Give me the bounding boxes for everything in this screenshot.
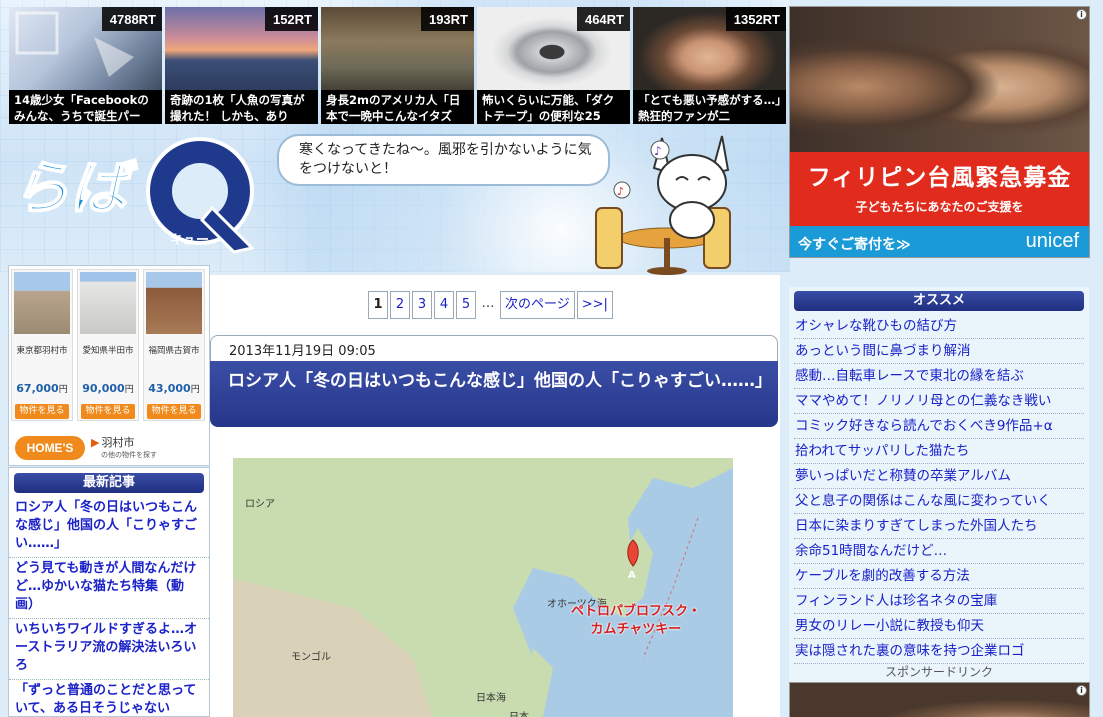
recommended-item[interactable]: 感動…自転車レースで東北の縁を結ぶ (794, 364, 1084, 389)
site-logo[interactable]: らば キュー (11, 136, 260, 254)
rt-count: 464RT (576, 7, 630, 31)
next-page-button[interactable]: 次のページ (500, 291, 575, 319)
rt-count: 4788RT (101, 7, 162, 31)
speech-bubble: 寒くなってきたね〜。風邪を引かないように気をつけないと！ (277, 134, 610, 186)
latest-item[interactable]: ロシア人「冬の日はいつもこんな感じ」他国の人「こりゃすごい……」 (9, 497, 209, 558)
page-link-1[interactable]: 1 (368, 291, 388, 319)
property-price: 43,000円 (148, 382, 200, 395)
recommended-item[interactable]: あっという間に鼻づまり解消 (794, 339, 1084, 364)
recommended-list: オススメ オシャレな靴ひもの結び方 あっという間に鼻づまり解消 感動…自転車レー… (789, 287, 1089, 683)
property-price: 67,000円 (16, 382, 68, 395)
map-marker-label: A (628, 570, 636, 581)
ad-photo (790, 7, 1089, 152)
map-label-mongolia: モンゴル (291, 652, 331, 663)
latest-item[interactable]: どう見ても動きが人間なんだけど…ゆかいな猫たち特集（動画） (9, 558, 209, 619)
osusume-title: オススメ (794, 291, 1084, 311)
recommended-item[interactable]: 男女のリレー小説に教授も仰天 (794, 614, 1084, 639)
thumb-article-3[interactable]: 193RT 身長2mのアメリカ人「日本で一晩中こんなイタズ (321, 7, 474, 124)
thumb-caption[interactable]: 「とても悪い予感がする…」熱狂的ファンが二 (633, 90, 786, 124)
svg-text:♪: ♪ (617, 185, 624, 198)
ad-headline: フィリピン台風緊急募金 (807, 165, 1072, 191)
property-card[interactable]: 愛知県半田市 90,000円 物件を見る (77, 269, 139, 421)
property-card[interactable]: 福岡県古賀市 43,000円 物件を見る (143, 269, 205, 421)
map-label-japan: 日本 (509, 708, 529, 717)
last-page-button[interactable]: >>| (576, 291, 613, 319)
page-link-5[interactable]: 5 (456, 291, 476, 319)
ad-footer: 今すぐご寄付を≫ unicef (790, 226, 1089, 257)
homes-city-sub: の他の物件を探す (101, 451, 157, 459)
recommended-item[interactable]: 実は隠された裏の意味を持つ企業ロゴ (794, 639, 1084, 664)
article-title: ロシア人「冬の日はいつもこんな感じ」他国の人「こりゃすごい……」 (210, 361, 778, 427)
property-photo (80, 272, 136, 334)
thumb-article-5[interactable]: 1352RT 「とても悪い予感がする…」熱狂的ファンが二 (633, 7, 786, 124)
pagination: 1 2 3 4 5… 次のページ >>| (368, 291, 615, 319)
homes-logo[interactable]: HOME'S (15, 436, 85, 460)
cat-mascot-icon: ♪ ♪ (592, 128, 742, 276)
main-content: 1 2 3 4 5… 次のページ >>| 2013年11月19日 09:05 ロシア人「冬の… (210, 275, 780, 717)
recommended-item[interactable]: オシャレな靴ひもの結び方 (794, 314, 1084, 339)
map-land (233, 458, 733, 717)
thumb-caption[interactable]: 怖いくらいに万能、「ダクトテープ」の便利な25 (477, 90, 630, 124)
unicef-logo: unicef (1025, 230, 1079, 252)
recommended-item[interactable]: 日本に染まりすぎてしまった外国人たち (794, 514, 1084, 539)
thumb-article-2[interactable]: 152RT 奇跡の1枚「人魚の写真が撮れた！ しかも、あり (165, 7, 318, 124)
map-label-japan-sea: 日本海 (476, 693, 506, 704)
ad-info-icon[interactable]: i (1076, 9, 1087, 20)
property-location: 福岡県古賀市 (148, 346, 200, 356)
recommended-item[interactable]: ケーブルを劇的改善する方法 (794, 564, 1084, 589)
page-ellipsis: … (478, 291, 498, 319)
view-property-button[interactable]: 物件を見る (15, 404, 69, 419)
recommended-item[interactable]: 父と息子の関係はこんな風に変わっていく (794, 489, 1084, 514)
property-ad[interactable]: 東京都羽村市 67,000円 物件を見る 愛知県半田市 90,000円 物件を見… (8, 265, 210, 466)
homes-city-link[interactable]: ▶ 羽村市 (91, 434, 134, 450)
latest-item[interactable]: いちいちワイルドすぎるよ…オーストラリア流の解決法いろいろ (9, 619, 209, 680)
logo-text: らば (12, 154, 138, 222)
recommended-item[interactable]: 夢いっぱいだと称賛の卒業アルバム (794, 464, 1084, 489)
map-label-russia: ロシア (245, 499, 275, 510)
latest-title: 最新記事 (14, 473, 204, 493)
view-property-button[interactable]: 物件を見る (147, 404, 201, 419)
recommended-item[interactable]: 拾われてサッパリした猫たち (794, 439, 1084, 464)
ad-band: フィリピン台風緊急募金 子どもたちにあなたのご支援を (790, 152, 1089, 234)
thumb-caption[interactable]: 14歳少女「Facebookのみんな、うちで誕生パー (9, 90, 162, 124)
rt-count: 1352RT (725, 7, 786, 31)
unicef-ad-banner[interactable]: フィリピン台風緊急募金 子どもたちにあなたのご支援を 今すぐご寄付を≫ unic… (789, 6, 1090, 258)
property-price: 90,000円 (82, 382, 134, 395)
ad-info-icon[interactable]: i (1076, 685, 1087, 696)
rt-count: 152RT (264, 7, 318, 31)
recommended-item[interactable]: コミック好きなら読んでおくべき9作品+α (794, 414, 1084, 439)
property-photo (14, 272, 70, 334)
property-location: 東京都羽村市 (16, 346, 68, 356)
thumb-caption[interactable]: 身長2mのアメリカ人「日本で一晩中こんなイタズ (321, 90, 474, 124)
property-photo (146, 272, 202, 334)
property-card[interactable]: 東京都羽村市 67,000円 物件を見る (11, 269, 73, 421)
map-image: ロシア モンゴル オホーツク海 日本海 日本 A ペトロパブロフスク・ カムチャ… (233, 458, 733, 717)
latest-item[interactable]: 「ずっと普通のことだと思っていて、ある日そうじゃない (9, 680, 209, 717)
recommended-item[interactable]: フィンランド人は珍名ネタの宝庫 (794, 589, 1084, 614)
map-city-label: ペトロパブロフスク・ カムチャツキー (571, 604, 701, 637)
donate-link[interactable]: 今すぐご寄付を≫ (798, 234, 911, 254)
page-link-4[interactable]: 4 (434, 291, 454, 319)
rt-count: 193RT (420, 7, 474, 31)
sponsor-label: スポンサードリンク (884, 665, 993, 679)
thumb-article-1[interactable]: 4788RT 14歳少女「Facebookのみんな、うちで誕生パー (9, 7, 162, 124)
thumb-caption[interactable]: 奇跡の1枚「人魚の写真が撮れた！ しかも、あり (165, 90, 318, 124)
recommended-item[interactable]: 余命51時間なんだけど… (794, 539, 1084, 564)
latest-articles: 最新記事 ロシア人「冬の日はいつもこんな感じ」他国の人「こりゃすごい……」 どう… (8, 467, 210, 717)
recommended-item[interactable]: ママやめて！ノリノリ母との仁義なき戦い (794, 389, 1084, 414)
page-link-2[interactable]: 2 (390, 291, 410, 319)
article-date: 2013年11月19日 09:05 (210, 335, 778, 361)
svg-text:♪: ♪ (654, 144, 662, 158)
page-link-3[interactable]: 3 (412, 291, 432, 319)
ad-subtext: 子どもたちにあなたのご支援を (855, 200, 1024, 214)
thumb-article-4[interactable]: 464RT 怖いくらいに万能、「ダクトテープ」の便利な25 (477, 7, 630, 124)
property-location: 愛知県半田市 (82, 346, 134, 356)
logo-sub: キュー (170, 233, 209, 248)
bottom-ad-banner[interactable] (789, 682, 1090, 717)
view-property-button[interactable]: 物件を見る (81, 404, 135, 419)
